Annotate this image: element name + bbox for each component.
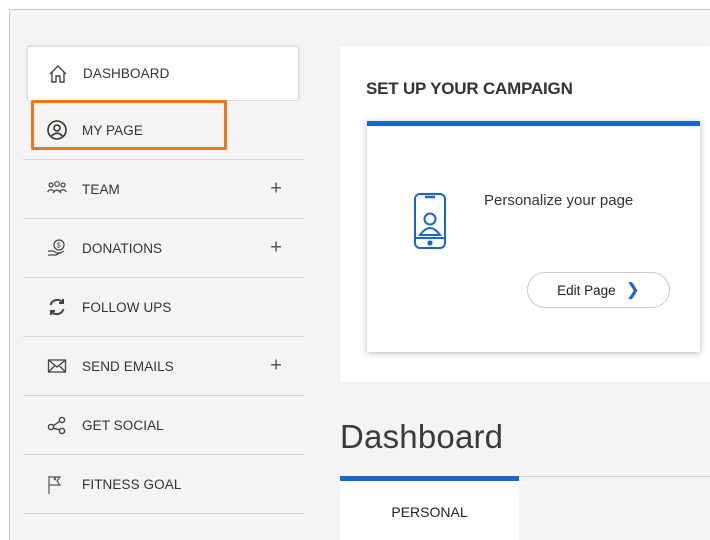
sidebar-item-label: GET SOCIAL — [82, 417, 164, 433]
sidebar-item-label: DASHBOARD — [83, 66, 170, 81]
tab-personal[interactable]: PERSONAL — [340, 476, 519, 540]
sidebar-item-label: FOLLOW UPS — [82, 299, 172, 315]
personalize-card: Personalize your page Edit Page ❯ — [367, 121, 700, 352]
flag-icon — [46, 473, 68, 495]
refresh-icon — [46, 296, 68, 318]
envelope-icon — [46, 355, 68, 377]
home-icon — [47, 63, 69, 85]
sidebar-item-label: DONATIONS — [82, 240, 163, 256]
sidebar-item-follow-ups[interactable]: FOLLOW UPS — [23, 278, 304, 337]
sidebar-item-team[interactable]: TEAM + — [23, 160, 304, 219]
share-icon — [46, 414, 68, 436]
donation-icon: $ — [46, 237, 68, 259]
phone-user-icon — [413, 192, 447, 250]
campaign-setup-panel: SET UP YOUR CAMPAIGN Personalize your pa… — [340, 46, 710, 382]
edit-page-button[interactable]: Edit Page ❯ — [527, 272, 670, 308]
page-title: Dashboard — [340, 418, 504, 455]
sidebar-item-label: FITNESS GOAL — [82, 476, 182, 492]
chevron-right-icon: ❯ — [625, 280, 640, 299]
sidebar-item-label: TEAM — [82, 181, 120, 197]
panel-title: SET UP YOUR CAMPAIGN — [366, 79, 573, 98]
tab-label: PERSONAL — [391, 504, 468, 520]
expand-plus-icon[interactable]: + — [270, 178, 282, 201]
sidebar-item-get-social[interactable]: GET SOCIAL — [23, 396, 304, 455]
sidebar-item-label: SEND EMAILS — [82, 358, 174, 374]
sidebar-item-donations[interactable]: $ DONATIONS + — [23, 219, 304, 278]
sidebar-item-fitness-goal[interactable]: FITNESS GOAL — [23, 455, 304, 514]
sidebar-item-dashboard[interactable]: DASHBOARD — [27, 46, 299, 101]
card-description: Personalize your page — [484, 192, 634, 209]
sidebar-item-send-emails[interactable]: SEND EMAILS + — [23, 337, 304, 396]
team-icon — [46, 178, 68, 200]
svg-text:$: $ — [57, 243, 61, 250]
tab-divider — [519, 476, 710, 477]
expand-plus-icon[interactable]: + — [270, 355, 282, 378]
my-page-highlight-box — [31, 100, 227, 150]
expand-plus-icon[interactable]: + — [270, 237, 282, 260]
edit-page-label: Edit Page — [557, 282, 616, 298]
